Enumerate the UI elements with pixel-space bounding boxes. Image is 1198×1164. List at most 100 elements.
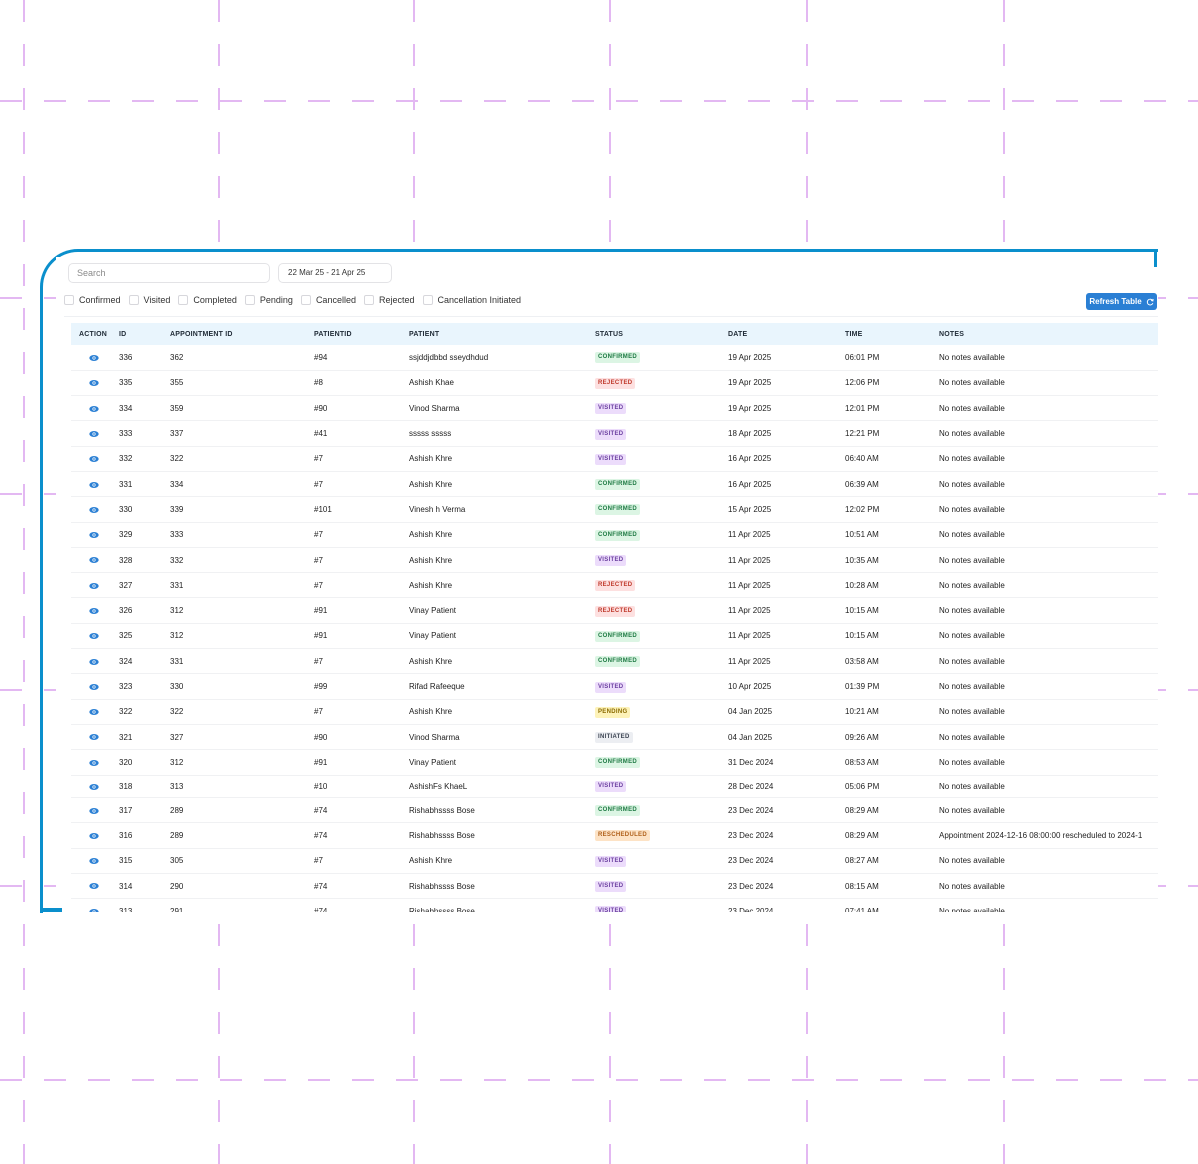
eye-icon[interactable] xyxy=(89,582,99,590)
table-row[interactable]: 318 313 #10 AshishFs KhaeL VISITED 28 Dec 202… xyxy=(71,775,1158,799)
eye-icon[interactable] xyxy=(89,607,99,615)
cell-date: 16 Apr 2025 xyxy=(728,471,845,498)
eye-icon[interactable] xyxy=(89,455,99,463)
eye-icon[interactable] xyxy=(89,783,99,791)
refresh-table-button[interactable]: Refresh Table xyxy=(1086,293,1157,310)
filter-visited[interactable]: Visited xyxy=(128,295,170,305)
cell-patient: AshishFs KhaeL xyxy=(409,775,595,799)
eye-icon[interactable] xyxy=(89,379,99,387)
eye-icon[interactable] xyxy=(89,354,99,362)
table-row[interactable]: 314 290 #74 Rishabhssss Bose VISITED 23 Dec 2… xyxy=(71,873,1158,900)
cell-status: RESCHEDULED xyxy=(595,822,728,849)
checkbox-icon[interactable] xyxy=(178,295,189,305)
eye-icon[interactable] xyxy=(89,908,99,912)
eye-icon[interactable] xyxy=(89,506,99,514)
eye-icon[interactable] xyxy=(89,759,99,767)
eye-icon[interactable] xyxy=(89,556,99,564)
filter-label: Cancellation Initiated xyxy=(437,295,522,305)
checkbox-icon[interactable] xyxy=(300,295,311,305)
status-badge: REJECTED xyxy=(595,605,636,617)
table-row[interactable]: 323 330 #99 Rifad Rafeeque VISITED 10 Apr 202… xyxy=(71,673,1158,700)
column-header-date[interactable]: DATE xyxy=(728,323,845,345)
column-header-status[interactable]: STATUS xyxy=(595,323,728,345)
table-row[interactable]: 322 322 #7 Ashish Khre PENDING 04 Jan 2025 10:… xyxy=(71,699,1158,725)
column-header-time[interactable]: TIME xyxy=(845,323,939,345)
checkbox-icon[interactable] xyxy=(363,295,374,305)
cell-patient: Vinod Sharma xyxy=(409,395,595,422)
table-row[interactable]: 331 334 #7 Ashish Khre CONFIRMED 16 Apr 2025 0… xyxy=(71,471,1158,498)
table-row[interactable]: 334 359 #90 Vinod Sharma VISITED 19 Apr 2025 1… xyxy=(71,395,1158,422)
cell-status: VISITED xyxy=(595,446,728,472)
checkbox-icon[interactable] xyxy=(128,295,139,305)
cell-status: VISITED xyxy=(595,395,728,422)
filter-pending[interactable]: Pending xyxy=(244,295,293,305)
cell-date: 11 Apr 2025 xyxy=(728,522,845,548)
table-row[interactable]: 324 331 #7 Ashish Khre CONFIRMED 11 Apr 2025 0… xyxy=(71,648,1158,675)
table-row[interactable]: 336 362 #94 ssjddjdbbd sseydhdud CONFIRMED 19… xyxy=(71,345,1158,371)
eye-icon[interactable] xyxy=(89,531,99,539)
eye-icon[interactable] xyxy=(89,708,99,716)
filter-cancellation-initiated[interactable]: Cancellation Initiated xyxy=(422,295,522,305)
cell-appointment-id: 333 xyxy=(170,522,314,548)
table-row[interactable]: 325 312 #91 Vinay Patient CONFIRMED 11 Apr 20… xyxy=(71,623,1158,650)
cell-notes: No notes available xyxy=(939,749,1158,776)
status-badge: CONFIRMED xyxy=(595,630,641,642)
cell-patient-id: #7 xyxy=(314,522,409,548)
checkbox-icon[interactable] xyxy=(422,295,433,305)
cell-patient-id: #91 xyxy=(314,623,409,650)
eye-icon[interactable] xyxy=(89,632,99,640)
eye-icon[interactable] xyxy=(89,733,99,741)
cell-status: VISITED xyxy=(595,547,728,574)
action-cell xyxy=(71,673,119,700)
status-badge: VISITED xyxy=(595,855,627,867)
cell-notes: No notes available xyxy=(939,673,1158,700)
eye-icon[interactable] xyxy=(89,807,99,815)
cell-patient-id: #74 xyxy=(314,873,409,900)
table-row[interactable]: 335 355 #8 Ashish Khae REJECTED 19 Apr 2025 12… xyxy=(71,370,1158,397)
cell-appointment-id: 289 xyxy=(170,797,314,824)
status-badge: VISITED xyxy=(595,906,627,912)
cell-patient: Vinay Patient xyxy=(409,749,595,776)
cell-notes: No notes available xyxy=(939,395,1158,422)
column-header-action[interactable]: ACTION xyxy=(71,323,119,345)
eye-icon[interactable] xyxy=(89,683,99,691)
eye-icon[interactable] xyxy=(89,832,99,840)
column-header-appointment-id[interactable]: APPOINTMENT ID xyxy=(170,323,314,345)
cell-id: 321 xyxy=(119,724,170,751)
table-row[interactable]: 327 331 #7 Ashish Khre REJECTED 11 Apr 2025 10… xyxy=(71,572,1158,599)
filter-rejected[interactable]: Rejected xyxy=(363,295,415,305)
eye-icon[interactable] xyxy=(89,481,99,489)
table-row[interactable]: 332 322 #7 Ashish Khre VISITED 16 Apr 2025 06:… xyxy=(71,446,1158,472)
table-row[interactable]: 321 327 #90 Vinod Sharma INITIATED 04 Jan 202… xyxy=(71,724,1158,751)
column-header-notes[interactable]: NOTES xyxy=(939,323,1158,345)
table-row[interactable]: 333 337 #41 sssss sssss VISITED 18 Apr 2025 12… xyxy=(71,420,1158,447)
action-cell xyxy=(71,572,119,599)
table-row[interactable]: 315 305 #7 Ashish Khre VISITED 23 Dec 2024 08:… xyxy=(71,848,1158,874)
column-header-patient[interactable]: PATIENT xyxy=(409,323,595,345)
table-row[interactable]: 330 339 #101 Vinesh h Verma CONFIRMED 15 Apr … xyxy=(71,496,1158,523)
action-cell xyxy=(71,446,119,472)
filter-completed[interactable]: Completed xyxy=(178,295,237,305)
table-row[interactable]: 329 333 #7 Ashish Khre CONFIRMED 11 Apr 2025 1… xyxy=(71,522,1158,548)
table-row[interactable]: 326 312 #91 Vinay Patient REJECTED 11 Apr 202… xyxy=(71,597,1158,624)
checkbox-icon[interactable] xyxy=(244,295,255,305)
filter-confirmed[interactable]: Confirmed xyxy=(64,295,121,305)
eye-icon[interactable] xyxy=(89,882,99,890)
checkbox-icon[interactable] xyxy=(64,295,74,305)
cell-patient: Ashish Khre xyxy=(409,522,595,548)
eye-icon[interactable] xyxy=(89,430,99,438)
table-row[interactable]: 316 289 #74 Rishabhssss Bose RESCHEDULED 23 D… xyxy=(71,822,1158,849)
table-row[interactable]: 317 289 #74 Rishabhssss Bose CONFIRMED 23 Dec… xyxy=(71,797,1158,824)
date-range-picker[interactable]: 22 Mar 25 - 21 Apr 25 xyxy=(278,263,392,283)
column-header-id[interactable]: ID xyxy=(119,323,170,345)
table-row[interactable]: 328 332 #7 Ashish Khre VISITED 11 Apr 2025 10:… xyxy=(71,547,1158,574)
table-row[interactable]: 320 312 #91 Vinay Patient CONFIRMED 31 Dec 20… xyxy=(71,749,1158,776)
cell-date: 10 Apr 2025 xyxy=(728,673,845,700)
eye-icon[interactable] xyxy=(89,658,99,666)
table-row[interactable]: 313 291 #74 Rishabhssss Bose VISITED 23 Dec 2… xyxy=(71,898,1158,912)
eye-icon[interactable] xyxy=(89,857,99,865)
column-header-patient-id[interactable]: PATIENTID xyxy=(314,323,409,345)
filter-cancelled[interactable]: Cancelled xyxy=(300,295,356,305)
eye-icon[interactable] xyxy=(89,405,99,413)
search-input[interactable] xyxy=(68,263,270,283)
